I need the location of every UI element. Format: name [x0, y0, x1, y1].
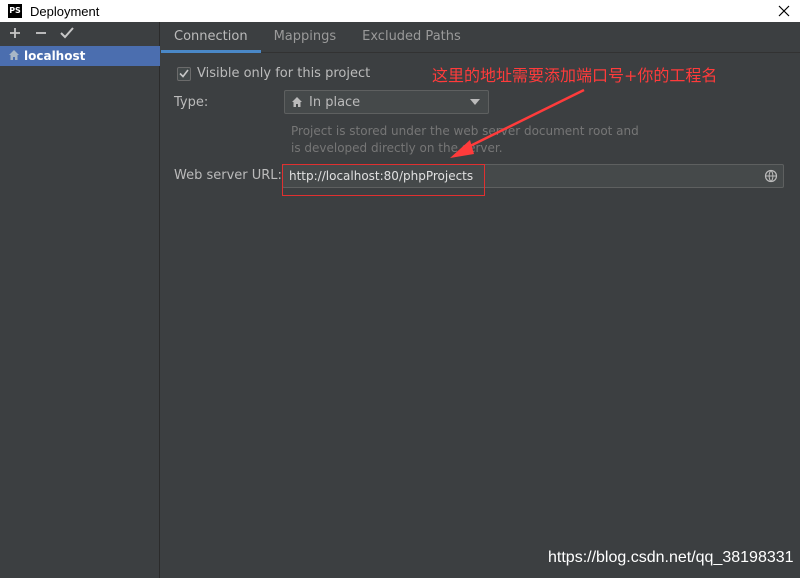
server-list-toolbar [0, 22, 159, 44]
server-list-panel: localhost [0, 22, 160, 578]
type-select-value: In place [309, 94, 361, 110]
visible-only-checkbox[interactable] [177, 66, 191, 81]
type-description: Project is stored under the web server d… [291, 124, 639, 155]
tab-connection[interactable]: Connection [161, 21, 261, 53]
globe-icon[interactable] [764, 169, 778, 183]
server-item-label: localhost [24, 49, 86, 63]
home-icon [9, 50, 19, 60]
tab-mappings[interactable]: Mappings [261, 21, 350, 52]
annotation-text: 这里的地址需要添加端口号+你的工程名 [432, 66, 718, 85]
window-title: Deployment [30, 3, 100, 19]
close-icon [778, 5, 790, 17]
close-button[interactable] [774, 1, 794, 21]
tab-excluded-paths[interactable]: Excluded Paths [349, 21, 474, 52]
window-titlebar: PS Deployment [0, 0, 800, 22]
home-icon [292, 97, 302, 107]
checkmark-icon [60, 27, 74, 39]
chevron-down-icon [470, 99, 480, 105]
checkmark-icon [179, 69, 189, 78]
settings-tabs: Connection Mappings Excluded Paths [161, 22, 800, 53]
url-highlight-box [282, 164, 485, 196]
web-server-url-label: Web server URL: [174, 168, 282, 183]
visible-only-label: Visible only for this project [197, 66, 371, 81]
server-settings-panel: Connection Mappings Excluded Paths Visib… [161, 22, 800, 578]
add-server-button[interactable] [6, 24, 24, 42]
visible-only-row[interactable]: Visible only for this project [177, 66, 370, 81]
watermark: https://blog.csdn.net/qq_38198331 [548, 549, 794, 566]
use-as-default-button[interactable] [58, 24, 76, 42]
minus-icon [36, 32, 46, 34]
phpstorm-logo-icon: PS [8, 4, 22, 18]
remove-server-button[interactable] [32, 24, 50, 42]
type-select[interactable]: In place [284, 90, 489, 114]
server-item-localhost[interactable]: localhost [0, 46, 160, 66]
plus-icon [10, 28, 20, 38]
type-label: Type: [174, 95, 209, 110]
